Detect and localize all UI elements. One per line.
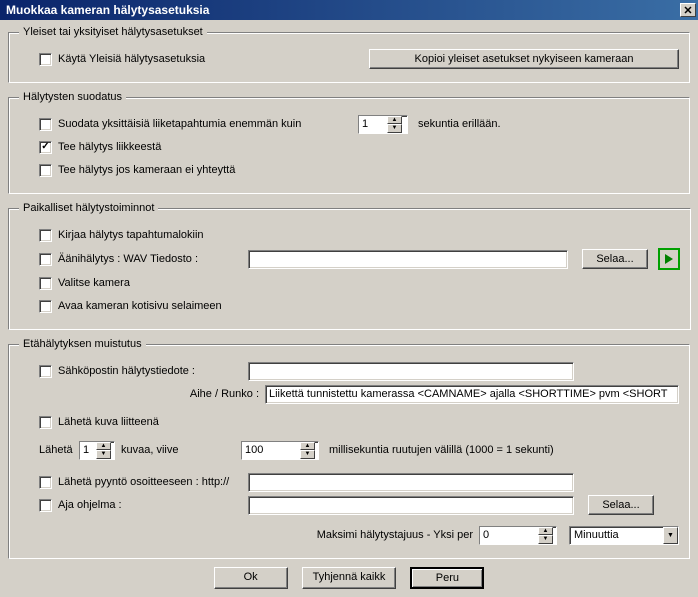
runprog-input[interactable] bbox=[248, 496, 574, 515]
log-event-label: Kirjaa hälytys tapahtumalokiin bbox=[58, 229, 204, 241]
send-prefix-label: Lähetä bbox=[39, 444, 79, 456]
close-icon: ✕ bbox=[683, 4, 692, 17]
http-checkbox[interactable] bbox=[39, 476, 52, 489]
max-freq-unit-value: Minuuttia bbox=[570, 527, 663, 544]
group-local: Paikalliset hälytystoiminnot Kirjaa häly… bbox=[8, 202, 691, 330]
group-remote-legend: Etähälytyksen muistutus bbox=[19, 338, 146, 350]
spinner-down-icon[interactable]: ▼ bbox=[387, 124, 402, 133]
send-count-spinner[interactable]: ▲ ▼ bbox=[79, 441, 115, 460]
footer-buttons: Ok Tyhjennä kaikk Peru bbox=[8, 567, 690, 589]
max-freq-unit-select[interactable]: Minuuttia ▼ bbox=[569, 526, 679, 545]
use-general-checkbox[interactable] bbox=[39, 53, 52, 66]
max-freq-spinner[interactable]: ▲ ▼ bbox=[479, 526, 557, 545]
wav-play-button[interactable] bbox=[658, 248, 680, 270]
select-camera-checkbox[interactable] bbox=[39, 277, 52, 290]
filter-seconds-spinner[interactable]: ▲ ▼ bbox=[358, 115, 408, 134]
runprog-label: Aja ohjelma : bbox=[58, 499, 248, 511]
close-button[interactable]: ✕ bbox=[680, 3, 696, 17]
wav-checkbox[interactable] bbox=[39, 253, 52, 266]
send-mid-label: kuvaa, viive bbox=[121, 444, 241, 456]
spinner-up-icon[interactable]: ▲ bbox=[538, 527, 553, 536]
group-filter-legend: Hälytysten suodatus bbox=[19, 91, 126, 103]
spinner-down-icon[interactable]: ▼ bbox=[538, 535, 553, 544]
email-input[interactable] bbox=[248, 362, 574, 381]
delay-suffix-label: millisekuntia ruutujen välillä (1000 = 1… bbox=[329, 444, 554, 456]
filter-events-label: Suodata yksittäisiä liiketapahtumia enem… bbox=[58, 118, 358, 130]
copy-general-button[interactable]: Kopioi yleiset asetukset nykyiseen kamer… bbox=[369, 49, 679, 69]
alert-nocontact-checkbox[interactable] bbox=[39, 164, 52, 177]
select-camera-label: Valitse kamera bbox=[58, 277, 130, 289]
filter-events-checkbox[interactable] bbox=[39, 118, 52, 131]
cancel-button[interactable]: Peru bbox=[410, 567, 484, 589]
use-general-label: Käytä Yleisiä hälytysasetuksia bbox=[58, 53, 205, 65]
open-homepage-label: Avaa kameran kotisivu selaimeen bbox=[58, 300, 222, 312]
filter-suffix-label: sekuntia erillään. bbox=[418, 118, 501, 130]
email-label: Sähköpostin hälytystiedote : bbox=[58, 365, 248, 377]
wav-file-input[interactable] bbox=[248, 250, 568, 269]
alert-nocontact-label: Tee hälytys jos kameraan ei yhteyttä bbox=[58, 164, 235, 176]
max-freq-input[interactable] bbox=[480, 527, 538, 544]
titlebar: Muokkaa kameran hälytysasetuksia ✕ bbox=[0, 0, 698, 20]
chevron-down-icon[interactable]: ▼ bbox=[663, 527, 678, 544]
delay-input[interactable] bbox=[242, 442, 300, 459]
group-remote: Etähälytyksen muistutus Sähköpostin häly… bbox=[8, 338, 690, 559]
dialog-body: Yleiset tai yksityiset hälytysasetukset … bbox=[0, 20, 698, 597]
group-local-legend: Paikalliset hälytystoiminnot bbox=[19, 202, 158, 214]
ok-button[interactable]: Ok bbox=[214, 567, 288, 589]
max-freq-label: Maksimi hälytystajuus - Yksi per bbox=[251, 529, 479, 541]
group-general: Yleiset tai yksityiset hälytysasetukset … bbox=[8, 26, 690, 83]
send-count-input[interactable] bbox=[80, 442, 96, 459]
play-icon bbox=[664, 254, 674, 264]
spinner-up-icon[interactable]: ▲ bbox=[387, 116, 402, 125]
group-general-legend: Yleiset tai yksityiset hälytysasetukset bbox=[19, 26, 207, 38]
alert-motion-label: Tee hälytys liikkeestä bbox=[58, 141, 161, 153]
wav-browse-button[interactable]: Selaa... bbox=[582, 249, 648, 269]
runprog-checkbox[interactable] bbox=[39, 499, 52, 512]
runprog-browse-button[interactable]: Selaa... bbox=[588, 495, 654, 515]
spinner-down-icon[interactable]: ▼ bbox=[300, 450, 315, 459]
log-event-checkbox[interactable] bbox=[39, 229, 52, 242]
alert-motion-checkbox[interactable] bbox=[39, 141, 52, 154]
clear-button[interactable]: Tyhjennä kaikk bbox=[302, 567, 397, 589]
subject-label: Aihe / Runko : bbox=[37, 388, 265, 400]
email-checkbox[interactable] bbox=[39, 365, 52, 378]
window-title: Muokkaa kameran hälytysasetuksia bbox=[6, 3, 680, 17]
open-homepage-checkbox[interactable] bbox=[39, 300, 52, 313]
http-label: Lähetä pyyntö osoitteeseen : http:// bbox=[58, 476, 248, 488]
wav-label: Äänihälytys : WAV Tiedosto : bbox=[58, 253, 248, 265]
filter-seconds-input[interactable] bbox=[359, 116, 387, 133]
delay-spinner[interactable]: ▲ ▼ bbox=[241, 441, 319, 460]
attach-image-checkbox[interactable] bbox=[39, 416, 52, 429]
subject-input[interactable] bbox=[265, 385, 679, 404]
spinner-down-icon[interactable]: ▼ bbox=[96, 450, 111, 459]
spinner-up-icon[interactable]: ▲ bbox=[300, 442, 315, 451]
attach-image-label: Lähetä kuva liitteenä bbox=[58, 416, 159, 428]
spinner-up-icon[interactable]: ▲ bbox=[96, 442, 111, 451]
http-input[interactable] bbox=[248, 473, 574, 492]
group-filter: Hälytysten suodatus Suodata yksittäisiä … bbox=[8, 91, 690, 194]
